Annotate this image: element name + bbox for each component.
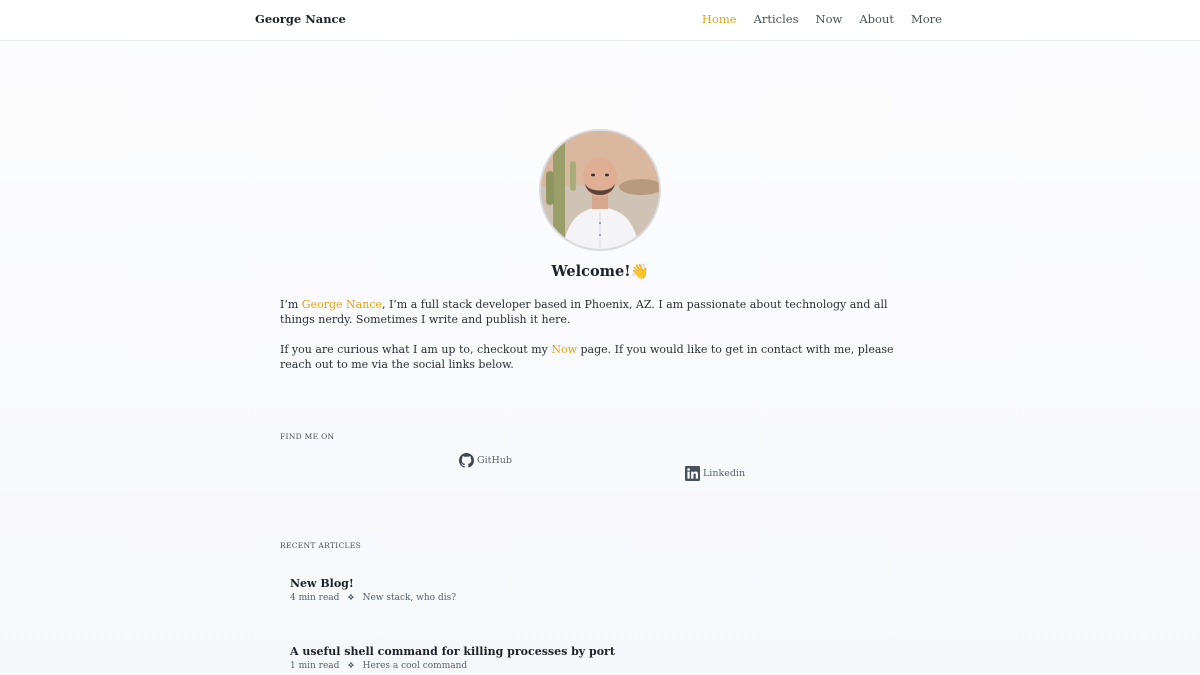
nav-articles[interactable]: Articles bbox=[754, 12, 799, 26]
article-summary: Heres a cool command bbox=[362, 661, 468, 671]
site-header: George Nance Home Articles Now About Mor… bbox=[0, 0, 1200, 41]
linkedin-icon bbox=[685, 466, 700, 481]
separator-icon: ❖ bbox=[347, 661, 355, 670]
read-time: 1 min read bbox=[290, 661, 340, 671]
intro-text: I’m George Nance, I’m a full stack devel… bbox=[280, 297, 922, 387]
article-item[interactable]: New Blog! 4 min read ❖ New stack, who dis? bbox=[290, 577, 456, 605]
nav-now[interactable]: Now bbox=[816, 12, 843, 26]
github-label: GitHub bbox=[477, 455, 512, 466]
separator-icon: ❖ bbox=[347, 593, 355, 602]
name-link[interactable]: George Nance bbox=[302, 298, 382, 311]
intro-paragraph-2: If you are curious what I am up to, chec… bbox=[280, 342, 922, 372]
avatar-photo bbox=[541, 131, 659, 249]
github-link[interactable]: GitHub bbox=[459, 453, 512, 468]
brand-link[interactable]: George Nance bbox=[255, 12, 346, 26]
nav-home[interactable]: Home bbox=[702, 12, 737, 26]
article-title[interactable]: A useful shell command for killing proce… bbox=[290, 645, 615, 659]
article-summary: New stack, who dis? bbox=[362, 593, 457, 603]
welcome-text: Welcome! bbox=[551, 263, 631, 280]
waving-hand-icon: 👋 bbox=[630, 264, 649, 280]
now-link[interactable]: Now bbox=[551, 343, 577, 356]
article-meta: 4 min read ❖ New stack, who dis? bbox=[290, 591, 456, 605]
linkedin-label: Linkedin bbox=[703, 468, 746, 479]
github-icon bbox=[459, 453, 474, 468]
avatar bbox=[539, 129, 661, 251]
nav-about[interactable]: About bbox=[859, 12, 894, 26]
intro-p1-prefix: I’m bbox=[280, 298, 302, 311]
nav-more[interactable]: More bbox=[911, 12, 942, 26]
article-meta: 1 min read ❖ Heres a cool command bbox=[290, 659, 615, 673]
read-time: 4 min read bbox=[290, 593, 340, 603]
intro-paragraph-1: I’m George Nance, I’m a full stack devel… bbox=[280, 297, 922, 327]
main-nav: Home Articles Now About More bbox=[685, 12, 942, 26]
linkedin-link[interactable]: Linkedin bbox=[685, 466, 745, 481]
recent-articles-label: RECENT ARTICLES bbox=[280, 541, 362, 550]
intro-p2-prefix: If you are curious what I am up to, chec… bbox=[280, 343, 552, 356]
article-item[interactable]: A useful shell command for killing proce… bbox=[290, 645, 615, 673]
find-me-label: FIND ME ON bbox=[280, 432, 335, 441]
welcome-heading: Welcome!👋 bbox=[0, 263, 1200, 280]
article-title[interactable]: New Blog! bbox=[290, 577, 456, 591]
